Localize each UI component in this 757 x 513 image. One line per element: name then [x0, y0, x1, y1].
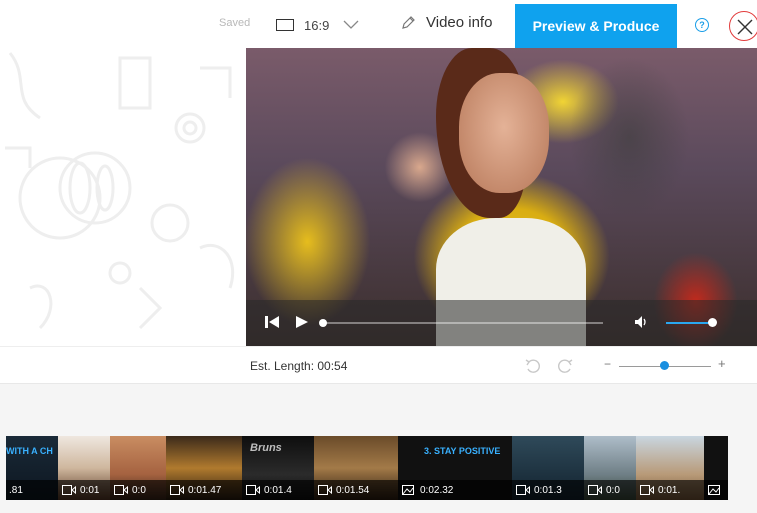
saved-status: Saved	[219, 17, 251, 29]
video-clip-icon	[516, 485, 530, 495]
timeline-clip[interactable]: WITH A CH .81	[6, 436, 58, 500]
video-clip-icon	[170, 485, 184, 495]
help-icon[interactable]: ?	[695, 18, 709, 32]
estimated-length: Est. Length: 00:54	[250, 359, 348, 373]
top-header: Saved 16:9 Video info Preview & Produce …	[0, 0, 757, 48]
clip-overlay-text: WITH A CH	[6, 446, 53, 456]
redo-icon[interactable]	[556, 357, 574, 375]
chevron-down-icon	[343, 20, 359, 29]
clip-duration: 0:0	[606, 485, 620, 496]
timeline-toolbar: Est. Length: 00:54 − +	[0, 346, 757, 384]
player-controls	[246, 300, 757, 346]
doodle-pattern	[5, 52, 235, 330]
timeline-clip[interactable]: 0:01.3	[512, 436, 584, 500]
video-info-button[interactable]: Video info	[400, 14, 492, 31]
video-clip-icon	[640, 485, 654, 495]
clip-duration: 0:02.32	[420, 485, 454, 496]
image-clip-icon	[402, 485, 414, 495]
volume-slider-knob[interactable]	[708, 318, 717, 327]
close-icon	[737, 19, 753, 35]
video-clip-icon	[62, 485, 76, 495]
image-clip-icon	[708, 485, 720, 495]
close-button[interactable]	[729, 11, 757, 41]
volume-slider-track[interactable]	[666, 322, 714, 324]
clip-duration: 0:0	[132, 485, 146, 496]
zoom-slider-knob[interactable]	[660, 361, 669, 370]
video-clip-icon	[114, 485, 128, 495]
volume-icon[interactable]	[634, 315, 650, 329]
progress-knob[interactable]	[319, 319, 327, 327]
video-clip-icon	[318, 485, 332, 495]
timeline-clip[interactable]: 0:0	[584, 436, 636, 500]
video-editor: Saved 16:9 Video info Preview & Produce …	[0, 0, 757, 513]
video-frame-subject-face	[459, 73, 549, 193]
timeline-clip[interactable]: 0:0	[110, 436, 166, 500]
play-icon[interactable]	[294, 314, 310, 330]
skip-back-icon[interactable]	[264, 314, 280, 330]
video-clip-icon	[246, 485, 260, 495]
pencil-icon	[402, 15, 415, 29]
clip-overlay-text: Bruns	[250, 442, 282, 454]
timeline-clip[interactable]: 0:01	[58, 436, 110, 500]
video-info-label: Video info	[426, 14, 493, 31]
clip-overlay-text: 3. STAY POSITIVE	[424, 446, 501, 456]
video-clip-icon	[588, 485, 602, 495]
clip-strip: WITH A CH .81 0:01 0:0 0:01.47 Bruns 0:0…	[6, 436, 728, 500]
clip-duration: 0:01.4	[264, 485, 292, 496]
timeline-clip[interactable]	[704, 436, 728, 500]
timeline-clip[interactable]: Bruns 0:01.4	[242, 436, 314, 500]
clip-duration: 0:01.47	[188, 485, 222, 496]
clip-duration: 0:01.	[658, 485, 681, 496]
canvas-background-doodle	[0, 48, 246, 346]
timeline-clip[interactable]: 0:01.47	[166, 436, 242, 500]
clip-duration: 0:01	[80, 485, 100, 496]
aspect-ratio-icon	[276, 19, 294, 31]
aspect-ratio-dropdown[interactable]: 16:9	[276, 12, 359, 38]
preview-produce-button[interactable]: Preview & Produce	[515, 4, 677, 48]
timeline-clip[interactable]: 3. STAY POSITIVE 0:02.32	[398, 436, 512, 500]
zoom-in-button[interactable]: +	[718, 356, 726, 371]
clip-duration: 0:01.54	[336, 485, 370, 496]
progress-track[interactable]	[323, 322, 603, 324]
undo-icon[interactable]	[524, 357, 542, 375]
timeline-clip[interactable]: 0:01.	[636, 436, 704, 500]
clip-duration: .81	[9, 485, 23, 496]
timeline-clip[interactable]: 0:01.54	[314, 436, 398, 500]
timeline-area: WITH A CH .81 0:01 0:0 0:01.47 Bruns 0:0…	[0, 384, 757, 513]
zoom-out-button[interactable]: −	[604, 357, 611, 371]
clip-duration: 0:01.3	[534, 485, 562, 496]
aspect-ratio-value: 16:9	[304, 17, 330, 33]
